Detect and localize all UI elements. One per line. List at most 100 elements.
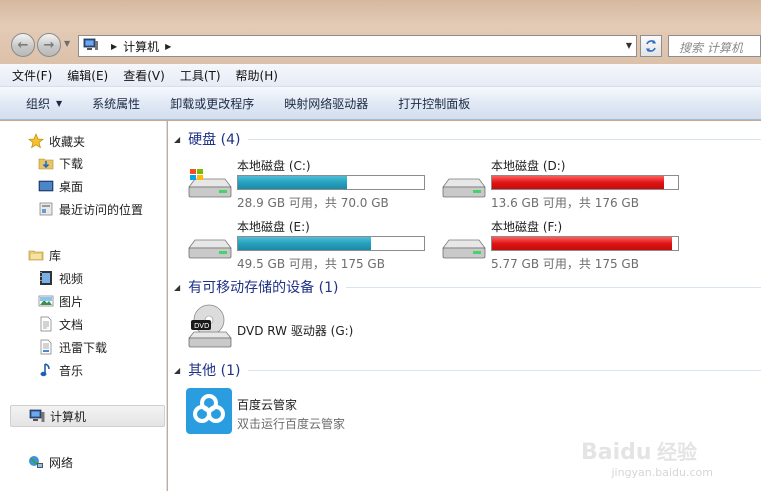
- drive-label: 本地磁盘 (D:): [491, 159, 566, 173]
- usage-bar: [491, 175, 679, 190]
- watermark-url: jingyan.baidu.com: [611, 466, 713, 479]
- section-divider: [346, 286, 761, 288]
- forward-button[interactable]: →: [37, 33, 61, 57]
- sidebar-item-videos[interactable]: 视频: [0, 267, 166, 289]
- baidu-cloud-icon: [185, 387, 233, 435]
- address-dropdown-icon[interactable]: ▼: [626, 41, 632, 50]
- drive-label: 本地磁盘 (C:): [237, 159, 311, 173]
- thunder-download-icon: [38, 339, 54, 355]
- svg-text:Baidu: Baidu: [581, 440, 652, 465]
- sidebar-item-downloads[interactable]: 下载: [0, 152, 166, 174]
- menu-view[interactable]: 查看(V): [123, 67, 165, 84]
- music-icon: [38, 362, 54, 378]
- map-network-drive-button[interactable]: 映射网络驱动器: [284, 95, 368, 112]
- recent-places-icon: [38, 201, 54, 217]
- usage-bar: [491, 236, 679, 251]
- back-arrow-icon: ←: [17, 37, 29, 53]
- sidebar-item-favorites[interactable]: 收藏夹: [0, 130, 166, 152]
- usage-bar-fill: [238, 176, 348, 189]
- sidebar-item-label: 音乐: [59, 363, 84, 378]
- address-bar[interactable]: ▶ 计算机 ▶ ▼: [78, 35, 637, 57]
- system-drive-icon: [185, 167, 233, 203]
- documents-icon: [38, 316, 54, 332]
- computer-icon: [29, 408, 45, 424]
- sidebar-item-label: 桌面: [59, 179, 84, 194]
- baidu-cloud-item[interactable]: 百度云管家 双击运行百度云管家: [185, 387, 485, 437]
- chevron-down-icon: ▼: [56, 98, 63, 108]
- sidebar-item-label: 迅雷下载: [59, 340, 108, 355]
- sidebar-item-computer[interactable]: 计算机: [10, 405, 165, 427]
- usage-bar: [237, 236, 425, 251]
- sidebar-item-thunder-downloads[interactable]: 迅雷下载: [0, 336, 166, 358]
- hard-drive-icon: [185, 228, 233, 264]
- drive-space-info: 13.6 GB 可用，共 176 GB: [491, 196, 639, 210]
- item-label: 百度云管家: [237, 398, 298, 412]
- dvd-drive-icon: DVD: [185, 303, 233, 351]
- menu-help[interactable]: 帮助(H): [236, 67, 278, 84]
- sidebar-item-pictures[interactable]: 图片: [0, 290, 166, 312]
- menu-tools[interactable]: 工具(T): [180, 67, 221, 84]
- usage-bar-fill: [492, 176, 664, 189]
- device-label: DVD RW 驱动器 (G:): [237, 324, 354, 338]
- drive-item-e[interactable]: 本地磁盘 (E:) 49.5 GB 可用，共 175 GB: [185, 218, 435, 272]
- sidebar-item-label: 文档: [59, 317, 84, 332]
- section-header-hard-drives[interactable]: ◢ 硬盘 (4): [174, 129, 761, 149]
- drive-item-d[interactable]: 本地磁盘 (D:) 13.6 GB 可用，共 176 GB: [439, 157, 689, 211]
- collapse-triangle-icon[interactable]: ◢: [174, 283, 180, 292]
- sidebar-item-documents[interactable]: 文档: [0, 313, 166, 335]
- uninstall-program-button[interactable]: 卸载或更改程序: [170, 95, 254, 112]
- baidu-logo-icon: Baidu 经验: [581, 440, 697, 465]
- breadcrumb-computer[interactable]: 计算机: [123, 38, 159, 55]
- back-button[interactable]: ←: [11, 33, 35, 57]
- sidebar-item-recent-places[interactable]: 最近访问的位置: [0, 198, 166, 220]
- dvd-drive-item[interactable]: DVD DVD RW 驱动器 (G:): [185, 303, 485, 353]
- drive-space-info: 28.9 GB 可用，共 70.0 GB: [237, 196, 389, 210]
- recent-pages-dropdown[interactable]: ▼: [64, 39, 70, 48]
- sidebar-item-label: 视频: [59, 271, 84, 286]
- pictures-icon: [38, 293, 54, 309]
- drive-space-info: 5.77 GB 可用，共 175 GB: [491, 257, 639, 271]
- forward-arrow-icon: →: [43, 37, 55, 53]
- library-icon: [28, 247, 44, 263]
- section-header-removable[interactable]: ◢ 有可移动存储的设备 (1): [174, 277, 761, 297]
- menu-bar: 文件(F) 编辑(E) 查看(V) 工具(T) 帮助(H): [0, 64, 761, 87]
- menu-file[interactable]: 文件(F): [12, 67, 52, 84]
- hard-drive-icon: [439, 228, 487, 264]
- hard-drive-icon: [439, 167, 487, 203]
- drive-label: 本地磁盘 (F:): [491, 220, 563, 234]
- refresh-icon: [646, 40, 656, 52]
- drive-item-f[interactable]: 本地磁盘 (F:) 5.77 GB 可用，共 175 GB: [439, 218, 689, 272]
- command-bar: 组织 ▼ 系统属性 卸载或更改程序 映射网络驱动器 打开控制面板: [0, 87, 761, 120]
- network-icon: [28, 454, 44, 470]
- open-control-panel-button[interactable]: 打开控制面板: [398, 95, 470, 112]
- breadcrumb-separator-icon[interactable]: ▶: [111, 42, 117, 51]
- search-input[interactable]: 搜索 计算机: [668, 35, 761, 57]
- sidebar-item-desktop[interactable]: 桌面: [0, 175, 166, 197]
- video-icon: [38, 270, 54, 286]
- section-title: 硬盘 (4): [188, 132, 241, 148]
- system-properties-button[interactable]: 系统属性: [92, 95, 140, 112]
- menu-edit[interactable]: 编辑(E): [67, 67, 108, 84]
- section-divider: [248, 138, 761, 140]
- usage-bar-fill: [492, 237, 672, 250]
- sidebar-item-network[interactable]: 网络: [0, 451, 166, 473]
- refresh-button[interactable]: [640, 35, 662, 57]
- sidebar-item-label: 网络: [49, 455, 74, 470]
- organize-button[interactable]: 组织 ▼: [26, 95, 62, 112]
- breadcrumb-separator-icon[interactable]: ▶: [165, 42, 171, 51]
- collapse-triangle-icon[interactable]: ◢: [174, 366, 180, 375]
- usage-bar: [237, 175, 425, 190]
- sidebar-item-label: 图片: [59, 294, 84, 309]
- organize-label: 组织: [26, 96, 51, 111]
- section-title: 有可移动存储的设备 (1): [188, 280, 339, 296]
- drive-label: 本地磁盘 (E:): [237, 220, 310, 234]
- collapse-triangle-icon[interactable]: ◢: [174, 135, 180, 144]
- drive-item-c[interactable]: 本地磁盘 (C:) 28.9 GB 可用，共 70.0 GB: [185, 157, 435, 211]
- sidebar-item-label: 下载: [59, 156, 84, 171]
- sidebar-item-music[interactable]: 音乐: [0, 359, 166, 381]
- section-title: 其他 (1): [188, 363, 241, 379]
- sidebar-item-libraries[interactable]: 库: [0, 244, 166, 266]
- svg-text:经验: 经验: [657, 440, 697, 464]
- section-header-other[interactable]: ◢ 其他 (1): [174, 360, 761, 380]
- baidu-watermark: Baidu 经验 jingyan.baidu.com: [581, 435, 721, 479]
